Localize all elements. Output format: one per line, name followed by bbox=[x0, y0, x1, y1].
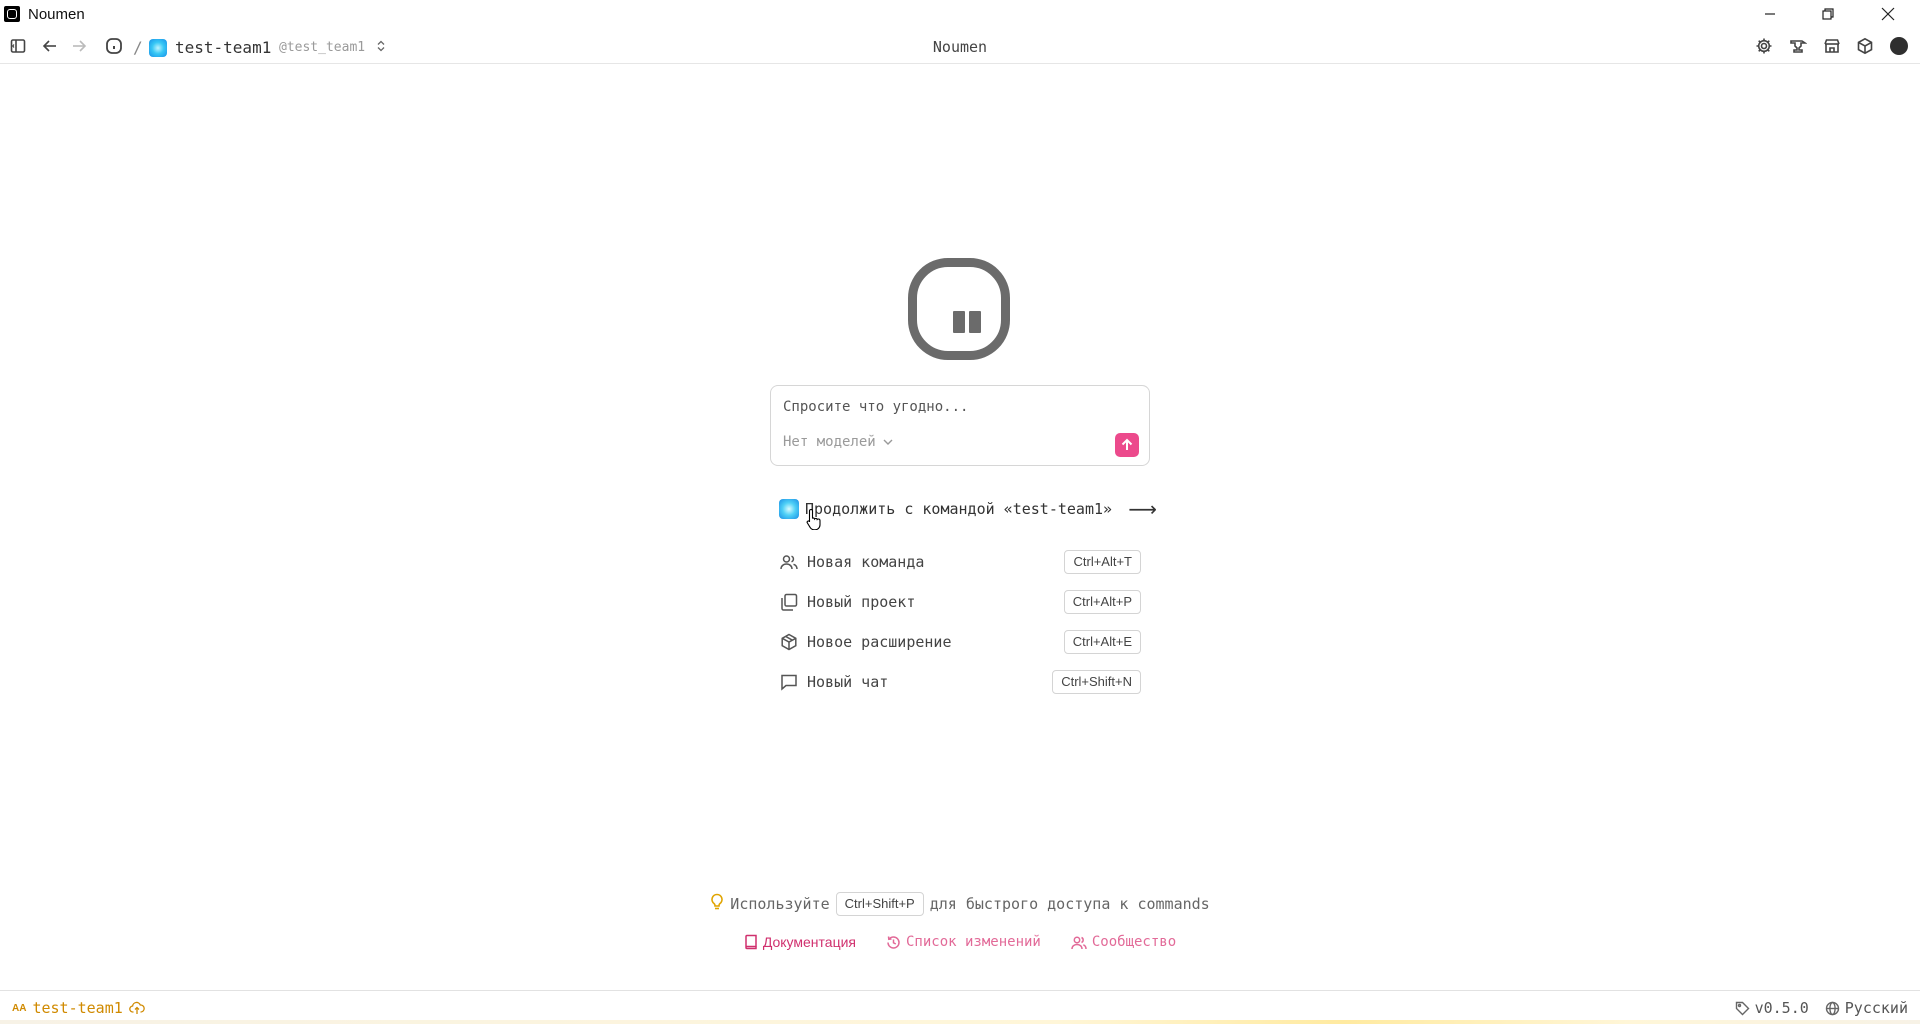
tip-suffix: для быстрого доступа к commands bbox=[929, 895, 1210, 913]
window-title: Noumen bbox=[28, 6, 85, 23]
font-size-icon: AA bbox=[12, 1002, 27, 1014]
new-team-label: Новая команда bbox=[807, 553, 925, 571]
team-avatar-icon bbox=[779, 499, 799, 519]
statusbar-team-name: test-team1 bbox=[32, 999, 123, 1017]
send-button[interactable] bbox=[1115, 433, 1139, 457]
gear-icon bbox=[1756, 38, 1772, 54]
store-button[interactable] bbox=[1822, 36, 1842, 56]
profile-avatar-button[interactable] bbox=[1889, 36, 1909, 56]
version-label: v0.5.0 bbox=[1754, 999, 1809, 1017]
language-label: Русский bbox=[1844, 999, 1908, 1017]
new-extension-action[interactable]: Новое расширение Ctrl+Alt+E bbox=[779, 628, 1141, 656]
prompt-input[interactable] bbox=[783, 399, 1113, 415]
minimize-icon bbox=[1765, 13, 1775, 15]
history-icon bbox=[887, 935, 900, 949]
arrow-up-icon bbox=[1121, 438, 1133, 450]
new-extension-label: Новое расширение bbox=[807, 633, 952, 651]
lightbulb-icon bbox=[710, 893, 724, 915]
new-project-action[interactable]: Новый проект Ctrl+Alt+P bbox=[779, 588, 1141, 616]
toggle-sidebar-button[interactable] bbox=[8, 36, 28, 56]
new-chat-label: Новый чат bbox=[807, 673, 889, 691]
arrow-right-icon bbox=[73, 40, 87, 52]
restore-button[interactable] bbox=[1800, 0, 1856, 28]
folders-icon bbox=[779, 592, 799, 612]
store-icon bbox=[1824, 39, 1840, 53]
title-bar: Noumen bbox=[0, 0, 1920, 28]
new-chat-action[interactable]: Новый чат Ctrl+Shift+N bbox=[779, 668, 1141, 696]
users-icon bbox=[1071, 936, 1087, 949]
language-selector[interactable]: Русский bbox=[1825, 999, 1908, 1017]
new-extension-shortcut: Ctrl+Alt+E bbox=[1063, 630, 1141, 654]
chevron-up-down-icon bbox=[377, 40, 385, 52]
breadcrumb-separator: / bbox=[133, 38, 143, 57]
restore-icon bbox=[1822, 8, 1834, 20]
noumen-home-icon bbox=[106, 38, 122, 54]
community-link[interactable]: Сообщество bbox=[1071, 934, 1176, 950]
version-indicator[interactable]: v0.5.0 bbox=[1735, 999, 1809, 1017]
globe-icon bbox=[1825, 1001, 1839, 1015]
statusbar-right: v0.5.0 Русский bbox=[1735, 999, 1908, 1017]
home-button[interactable] bbox=[104, 36, 124, 56]
breadcrumb-team-name[interactable]: test-team1 bbox=[175, 38, 271, 57]
anvil-icon bbox=[1790, 40, 1807, 53]
team-avatar-icon bbox=[149, 39, 167, 57]
forward-button[interactable] bbox=[69, 36, 89, 56]
tag-icon bbox=[1735, 1001, 1750, 1015]
new-team-shortcut: Ctrl+Alt+T bbox=[1064, 550, 1141, 574]
team-handle-text: @test_team1 bbox=[279, 40, 366, 55]
close-icon bbox=[1881, 7, 1895, 21]
model-select-label: Нет моделей bbox=[783, 434, 876, 450]
hand-cursor-icon bbox=[806, 508, 821, 530]
app-logo-icon bbox=[4, 6, 20, 22]
footer-links: Документация Список изменений Сообщество bbox=[0, 934, 1920, 950]
tools-button[interactable] bbox=[1788, 36, 1808, 56]
documentation-label: Документация bbox=[762, 934, 856, 950]
sidebar-icon bbox=[10, 39, 26, 53]
cloud-upload-icon bbox=[128, 1001, 145, 1014]
changelog-label: Список изменений bbox=[906, 934, 1041, 950]
tip-prefix: Используйте bbox=[730, 895, 830, 913]
book-icon bbox=[745, 934, 757, 950]
community-label: Сообщество bbox=[1091, 934, 1177, 950]
package-icon bbox=[779, 632, 799, 652]
prompt-box: Нет моделей bbox=[770, 385, 1150, 466]
bottom-accent-strip bbox=[0, 1020, 1920, 1024]
avatar bbox=[1890, 37, 1908, 55]
back-button[interactable] bbox=[40, 36, 60, 56]
package-icon bbox=[1857, 37, 1873, 55]
statusbar-team[interactable]: AA test-team1 bbox=[12, 999, 145, 1017]
extensions-button[interactable] bbox=[1855, 36, 1875, 56]
minimize-button[interactable] bbox=[1742, 0, 1798, 28]
new-team-action[interactable]: Новая команда Ctrl+Alt+T bbox=[779, 548, 1141, 576]
continue-label: Продолжить с командой «test-team1» bbox=[805, 500, 1113, 518]
tip-shortcut: Ctrl+Shift+P bbox=[835, 892, 924, 916]
close-button[interactable] bbox=[1860, 0, 1916, 28]
new-chat-shortcut: Ctrl+Shift+N bbox=[1052, 670, 1141, 694]
model-select[interactable]: Нет моделей bbox=[783, 434, 894, 450]
changelog-link[interactable]: Список изменений bbox=[886, 934, 1041, 950]
documentation-link[interactable]: Документация bbox=[744, 934, 856, 950]
arrow-right-icon: ⟶ bbox=[1128, 497, 1157, 521]
command-palette-tip: Используйте Ctrl+Shift+P для быстрого до… bbox=[0, 892, 1920, 916]
new-project-label: Новый проект bbox=[807, 593, 916, 611]
chevron-down-icon bbox=[883, 439, 893, 445]
users-icon bbox=[779, 552, 799, 572]
arrow-left-icon bbox=[42, 40, 56, 52]
new-project-shortcut: Ctrl+Alt+P bbox=[1063, 590, 1141, 614]
settings-button[interactable] bbox=[1754, 36, 1774, 56]
noumen-logo bbox=[908, 258, 1010, 360]
breadcrumb-team-handle[interactable]: @test_team1 bbox=[279, 40, 386, 55]
chat-icon bbox=[779, 672, 799, 692]
status-bar: AA test-team1 v0.5.0 Русский bbox=[0, 990, 1920, 1024]
continue-with-team-link[interactable]: Продолжить с командой «test-team1» ⟶ bbox=[779, 497, 1157, 521]
